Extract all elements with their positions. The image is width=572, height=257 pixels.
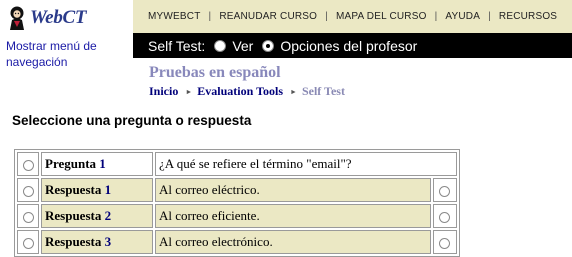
answer-number: 3 — [104, 234, 112, 249]
answer-row: Respuesta 2 Al correo eficiente. — [17, 204, 457, 228]
show-navigation-menu-link[interactable]: Mostrar menú de navegación — [6, 38, 128, 70]
question-label-cell: Pregunta 1 — [41, 152, 153, 176]
answer-label: Respuesta — [45, 234, 102, 249]
answer-number: 2 — [104, 208, 112, 223]
question-select-radio[interactable] — [22, 159, 34, 171]
logo-text: WebCT — [30, 7, 87, 28]
breadcrumb-home[interactable]: Inicio — [149, 84, 178, 99]
question-answer-table: Pregunta 1 ¿A qué se refiere el término … — [14, 149, 460, 257]
menu-item-resume-course[interactable]: REANUDAR CURSO — [211, 11, 325, 22]
breadcrumb-arrow-icon: ► — [185, 87, 193, 96]
top-menu-bar: MYWEBCT | REANUDAR CURSO | MAPA DEL CURS… — [133, 0, 572, 33]
answer-number: 1 — [104, 182, 112, 197]
menu-item-mywebct[interactable]: MYWEBCT — [133, 11, 209, 22]
webct-logo[interactable]: WebCT — [6, 4, 126, 32]
question-text: ¿A qué se refiere el término "email"? — [155, 152, 457, 176]
answer-label-cell: Respuesta 2 — [41, 204, 153, 228]
answer-label-cell: Respuesta 3 — [41, 230, 153, 254]
answer-select-radio[interactable] — [22, 237, 34, 249]
answer-label-cell: Respuesta 1 — [41, 178, 153, 202]
answer-correct-radio[interactable] — [439, 237, 451, 249]
instructor-options-option[interactable]: Opciones del profesor — [262, 38, 417, 54]
answer-row: Respuesta 3 Al correo electrónico. — [17, 230, 457, 254]
answer-correct-cell — [432, 230, 457, 254]
view-mode-option[interactable]: Ver — [214, 38, 253, 54]
answer-label: Respuesta — [45, 182, 102, 197]
answer-correct-cell — [432, 178, 457, 202]
question-label: Pregunta — [45, 156, 97, 171]
answer-select-cell — [17, 204, 39, 228]
breadcrumb-evaluation-tools[interactable]: Evaluation Tools — [197, 84, 283, 99]
instructor-options-label: Opciones del profesor — [280, 37, 418, 54]
breadcrumb-current-self-test: Self Test — [301, 84, 345, 98]
answer-select-radio[interactable] — [22, 185, 34, 197]
self-test-mode-bar: Self Test: Ver Opciones del profesor — [133, 33, 572, 58]
answer-label: Respuesta — [45, 208, 102, 223]
breadcrumb: Inicio ► Evaluation Tools ► Self Test — [149, 84, 345, 99]
answer-correct-radio[interactable] — [439, 211, 451, 223]
menu-item-course-map[interactable]: MAPA DEL CURSO — [328, 11, 435, 22]
answer-row: Respuesta 1 Al correo eléctrico. — [17, 178, 457, 202]
question-select-cell — [17, 152, 39, 176]
breadcrumb-arrow-icon: ► — [290, 87, 297, 96]
answer-text: Al correo electrónico. — [155, 230, 431, 254]
menu-item-resources[interactable]: RECURSOS — [491, 11, 565, 22]
self-test-label: Self Test: — [148, 37, 206, 54]
question-row: Pregunta 1 ¿A qué se refiere el término … — [17, 152, 457, 176]
answer-select-radio[interactable] — [22, 211, 34, 223]
answer-select-cell — [17, 178, 39, 202]
view-mode-radio[interactable] — [214, 39, 227, 52]
question-number: 1 — [99, 156, 106, 171]
instructor-options-radio[interactable] — [262, 39, 275, 52]
webct-mascot-icon — [10, 6, 24, 30]
view-mode-label: Ver — [232, 37, 254, 54]
answer-correct-cell — [432, 204, 457, 228]
page-heading: Seleccione una pregunta o respuesta — [12, 113, 252, 128]
answer-text: Al correo eléctrico. — [155, 178, 431, 202]
answer-correct-radio[interactable] — [439, 185, 451, 197]
answer-select-cell — [17, 230, 39, 254]
answer-text: Al correo eficiente. — [155, 204, 431, 228]
course-title: Pruebas en español — [149, 64, 281, 81]
menu-item-help[interactable]: AYUDA — [437, 11, 488, 22]
